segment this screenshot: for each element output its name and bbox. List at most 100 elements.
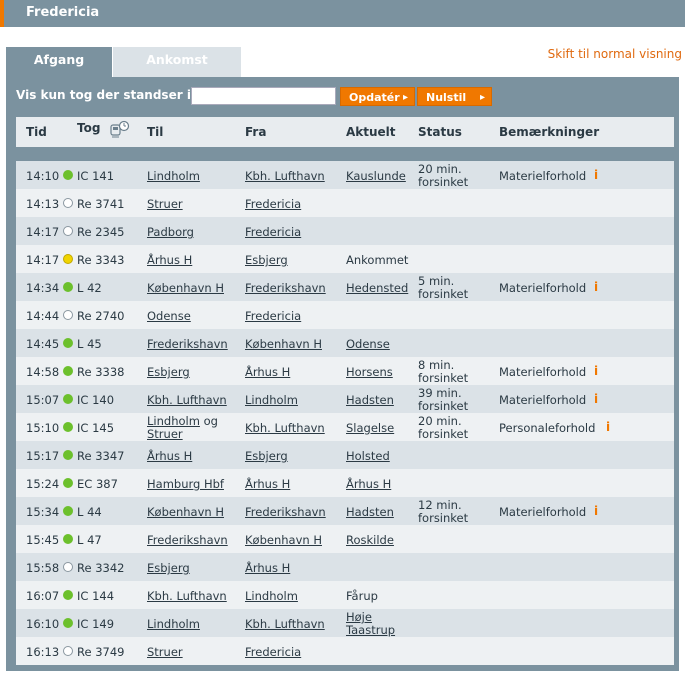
current-station-link[interactable]: Odense <box>346 337 390 351</box>
col-header-til[interactable]: Til <box>147 125 163 139</box>
origin-link[interactable]: Fredericia <box>245 309 301 323</box>
reset-button[interactable]: Nulstil ▸ <box>417 87 492 106</box>
col-header-bemaerkninger[interactable]: Bemærkninger <box>499 125 599 139</box>
status-green-dot-icon <box>63 170 73 180</box>
info-icon[interactable]: i <box>594 280 598 294</box>
destination-cell: Lindholm og Struer <box>147 415 218 441</box>
departure-time: 15:45 <box>26 533 60 547</box>
delay-status: 12 min. forsinket <box>418 499 468 525</box>
col-header-fra[interactable]: Fra <box>245 125 266 139</box>
origin-link[interactable]: København H <box>245 337 322 351</box>
departure-time: 14:45 <box>26 337 60 351</box>
remark-text: Materielforhold <box>499 393 587 407</box>
train-number: L 42 <box>77 281 102 295</box>
delay-status: 8 min. forsinket <box>418 359 468 385</box>
current-station-link[interactable]: Hadsten <box>346 505 394 519</box>
origin-link[interactable]: Århus H <box>245 477 290 491</box>
origin-link[interactable]: Fredericia <box>245 645 301 659</box>
remark-text: Materielforhold <box>499 505 587 519</box>
destination-link[interactable]: Lindholm <box>147 617 200 631</box>
info-icon[interactable]: i <box>594 392 598 406</box>
info-icon[interactable]: i <box>594 364 598 378</box>
switch-to-normal-view-link[interactable]: Skift til normal visning <box>548 47 682 61</box>
destination-link[interactable]: Kbh. Lufthavn <box>147 589 227 603</box>
origin-link[interactable]: Århus H <box>245 561 290 575</box>
delay-status: 5 min. forsinket <box>418 275 468 301</box>
destination-link[interactable]: Struer <box>147 427 183 441</box>
current-station-link[interactable]: Holsted <box>346 449 390 463</box>
current-station-link[interactable]: Høje Taastrup <box>346 611 395 637</box>
col-header-tid[interactable]: Tid <box>26 125 47 139</box>
station-filter-input[interactable] <box>191 87 336 105</box>
status-green-dot-icon <box>63 618 73 628</box>
info-icon[interactable]: i <box>594 168 598 182</box>
origin-link[interactable]: Frederikshavn <box>245 281 326 295</box>
origin-link[interactable]: Kbh. Lufthavn <box>245 617 325 631</box>
tab-afgang[interactable]: Afgang <box>6 47 112 77</box>
col-header-tog[interactable]: Tog <box>77 121 100 135</box>
destination-link[interactable]: Lindholm <box>147 169 200 183</box>
origin-link[interactable]: Fredericia <box>245 225 301 239</box>
departure-time: 15:24 <box>26 477 60 491</box>
train-number: Re 3342 <box>77 561 125 575</box>
destination-link[interactable]: Lindholm <box>147 414 200 428</box>
destination-link[interactable]: Odense <box>147 309 191 323</box>
table-row: 15:45 L 47 Frederikshavn København H Roskild… <box>16 525 674 553</box>
destination-link[interactable]: København H <box>147 281 224 295</box>
origin-link[interactable]: Århus H <box>245 365 290 379</box>
destination-link[interactable]: København H <box>147 505 224 519</box>
info-icon[interactable]: i <box>606 420 610 434</box>
table-row: 15:17 Re 3347 Århus H Esbjerg Holsted <box>16 441 674 469</box>
destination-link[interactable]: Padborg <box>147 225 194 239</box>
train-number: Re 3338 <box>77 365 125 379</box>
destination-link[interactable]: Århus H <box>147 449 192 463</box>
status-green-dot-icon <box>63 338 73 348</box>
train-number: Re 3347 <box>77 449 125 463</box>
current-station-link[interactable]: Horsens <box>346 365 393 379</box>
destination-link[interactable]: Hamburg Hbf <box>147 477 224 491</box>
destination-link[interactable]: Frederikshavn <box>147 337 228 351</box>
destination-link[interactable]: Århus H <box>147 253 192 267</box>
table-row: 14:13 Re 3741 Struer Fredericia <box>16 189 674 217</box>
departure-time: 15:17 <box>26 449 60 463</box>
origin-link[interactable]: København H <box>245 533 322 547</box>
info-icon[interactable]: i <box>594 504 598 518</box>
destination-link[interactable]: Frederikshavn <box>147 533 228 547</box>
origin-link[interactable]: Esbjerg <box>245 253 288 267</box>
origin-link[interactable]: Kbh. Lufthavn <box>245 421 325 435</box>
origin-link[interactable]: Lindholm <box>245 393 298 407</box>
destination-link[interactable]: Kbh. Lufthavn <box>147 393 227 407</box>
current-station-line: Taastrup <box>346 623 396 637</box>
table-row: 15:10 IC 145 Lindholm og Struer Kbh. Lufthav… <box>16 413 674 441</box>
current-station-link[interactable]: Slagelse <box>346 421 394 435</box>
current-station-link[interactable]: Hedensted <box>346 281 408 295</box>
col-header-status[interactable]: Status <box>418 125 462 139</box>
train-number: L 44 <box>77 505 102 519</box>
origin-link[interactable]: Esbjerg <box>245 449 288 463</box>
current-station-link[interactable]: Hadsten <box>346 393 394 407</box>
destination-link[interactable]: Esbjerg <box>147 365 190 379</box>
train-number: L 47 <box>77 533 102 547</box>
current-station-link[interactable]: Århus H <box>346 477 391 491</box>
update-button[interactable]: Opdatér ▸ <box>340 87 415 106</box>
table-row: 15:34 L 44 København H Frederikshavn Hadsten… <box>16 497 674 525</box>
destination-link[interactable]: Struer <box>147 197 183 211</box>
tab-ankomst[interactable]: Ankomst <box>113 47 241 77</box>
status-green-dot-icon <box>63 366 73 376</box>
destination-link[interactable]: Esbjerg <box>147 561 190 575</box>
remark-text: Materielforhold <box>499 169 587 183</box>
col-header-aktuelt[interactable]: Aktuelt <box>346 125 396 139</box>
header-accent <box>0 0 4 27</box>
destination-link[interactable]: Struer <box>147 645 183 659</box>
current-station-link[interactable]: Kauslunde <box>346 169 406 183</box>
origin-link[interactable]: Fredericia <box>245 197 301 211</box>
status-green-dot-icon <box>63 534 73 544</box>
origin-link[interactable]: Lindholm <box>245 589 298 603</box>
current-station-link[interactable]: Roskilde <box>346 533 394 547</box>
departure-time: 14:58 <box>26 365 60 379</box>
origin-link[interactable]: Kbh. Lufthavn <box>245 169 325 183</box>
current-station: Fårup <box>346 589 378 603</box>
delay-text: forsinket <box>418 175 469 189</box>
origin-link[interactable]: Frederikshavn <box>245 505 326 519</box>
train-number: Re 3749 <box>77 645 125 659</box>
